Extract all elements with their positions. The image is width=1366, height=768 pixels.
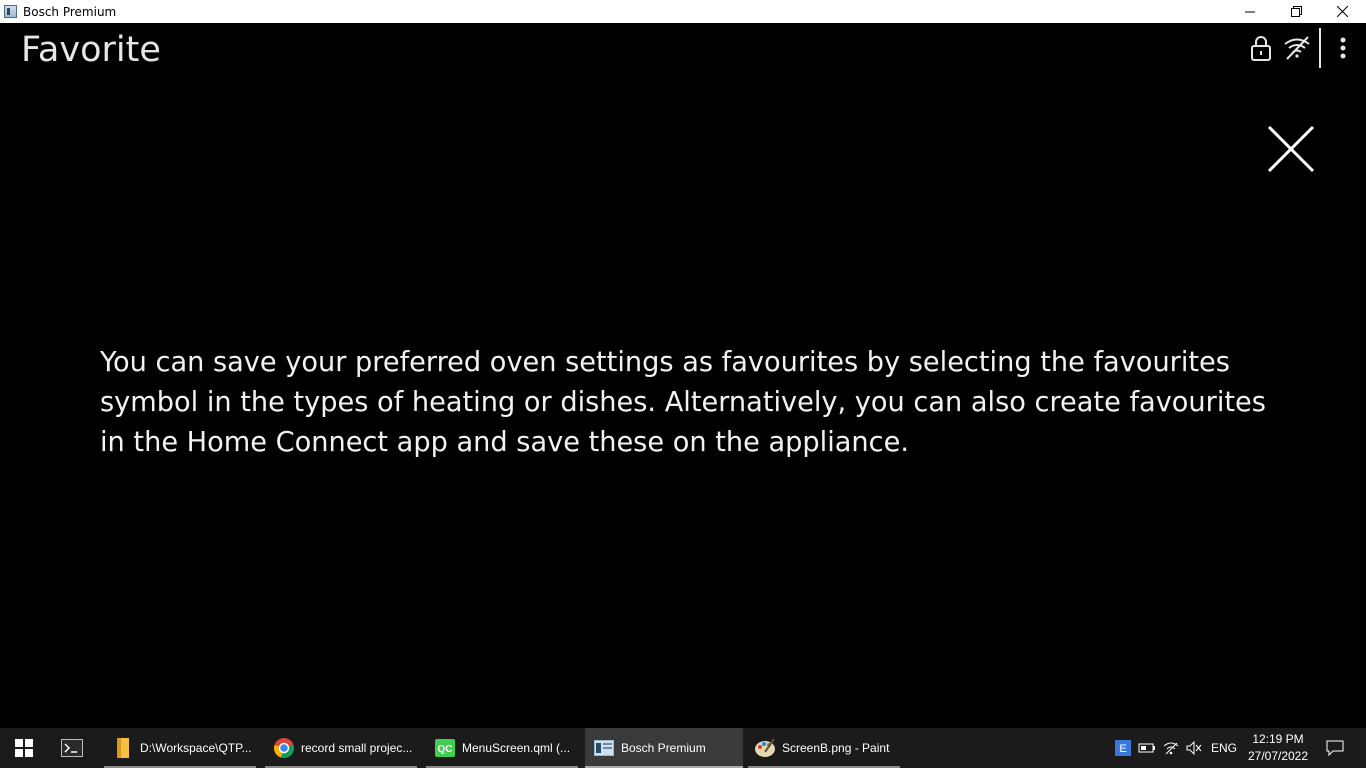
restore-button[interactable]	[1273, 0, 1319, 23]
clock-time: 12:19 PM	[1252, 732, 1304, 746]
wifi-off-icon[interactable]	[1281, 33, 1313, 63]
page-title: Favorite	[21, 30, 161, 70]
lock-icon[interactable]	[1249, 33, 1273, 63]
window-title-bar: Bosch Premium	[0, 0, 1366, 23]
qt-creator-icon: QC	[434, 737, 456, 759]
app-content: Favorite You can save your preferred ove…	[0, 23, 1366, 728]
taskbar-item-chrome[interactable]: record small projec...	[265, 728, 417, 768]
taskbar-item-bosch-premium[interactable]: Bosch Premium	[585, 728, 743, 768]
taskbar-item-label: D:\Workspace\QTP...	[140, 741, 252, 755]
notifications-icon[interactable]	[1320, 728, 1350, 768]
minimize-button[interactable]	[1227, 0, 1273, 23]
close-window-button[interactable]	[1319, 0, 1365, 23]
battery-icon[interactable]	[1136, 728, 1158, 768]
close-icon[interactable]	[1266, 124, 1316, 174]
more-vertical-icon[interactable]	[1332, 33, 1354, 63]
taskbar-item-explorer[interactable]: D:\Workspace\QTP...	[104, 728, 256, 768]
paint-icon	[754, 737, 776, 759]
folder-icon	[112, 737, 134, 759]
taskbar-item-paint[interactable]: ScreenB.png - Paint	[748, 728, 900, 768]
taskbar-terminal[interactable]	[50, 728, 100, 768]
taskbar-item-label: Bosch Premium	[621, 741, 706, 755]
volume-muted-icon[interactable]	[1183, 728, 1205, 768]
windows-icon	[15, 739, 33, 757]
chrome-icon	[273, 737, 295, 759]
taskbar-item-label: ScreenB.png - Paint	[782, 741, 890, 755]
window-title: Bosch Premium	[23, 4, 117, 19]
clock-date: 27/07/2022	[1247, 749, 1309, 763]
language-indicator[interactable]: ENG	[1207, 728, 1241, 768]
tray-app-icon[interactable]: E	[1112, 728, 1134, 768]
taskbar-item-label: MenuScreen.qml (...	[462, 741, 571, 755]
svg-text:E: E	[1119, 743, 1126, 755]
start-button[interactable]	[0, 728, 48, 768]
app-window-icon	[4, 5, 17, 18]
network-icon[interactable]	[1160, 728, 1182, 768]
taskbar-item-label: record small projec...	[301, 741, 413, 755]
taskbar: D:\Workspace\QTP... record small projec.…	[0, 728, 1366, 768]
favorites-info-text: You can save your preferred oven setting…	[100, 347, 1266, 458]
terminal-icon	[61, 737, 83, 759]
app-window-icon	[593, 737, 615, 759]
svg-text:QC: QC	[438, 744, 453, 755]
system-clock[interactable]: 12:19 PM 27/07/2022	[1244, 731, 1312, 765]
header-divider	[1319, 28, 1321, 68]
taskbar-item-qtcreator[interactable]: QC MenuScreen.qml (...	[426, 728, 578, 768]
